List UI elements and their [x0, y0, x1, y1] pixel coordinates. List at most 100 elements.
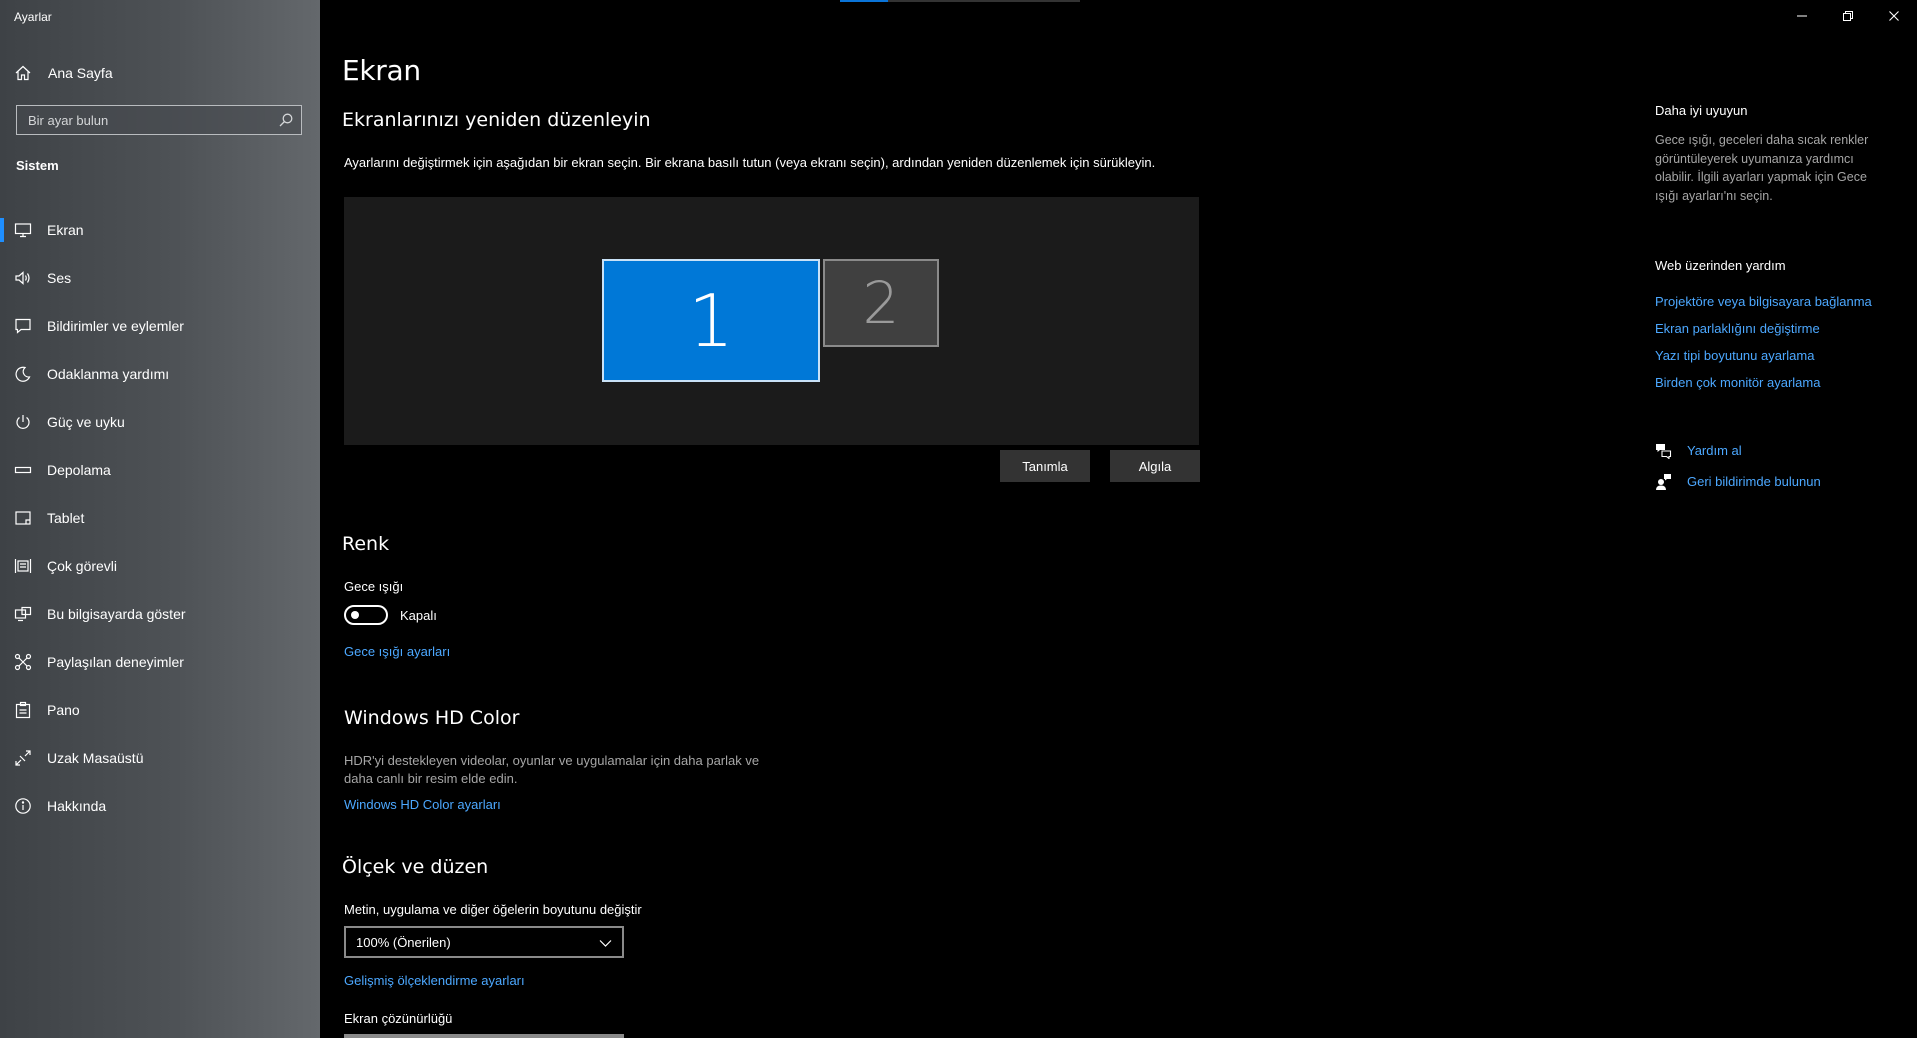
advanced-scaling-link[interactable]: Gelişmiş ölçeklendirme ayarları — [344, 973, 525, 988]
shared-icon — [14, 653, 32, 671]
moon-icon — [15, 366, 31, 382]
hdr-description-line-1: HDR'yi destekleyen videolar, oyunlar ve … — [344, 753, 760, 768]
minimize-icon — [1797, 15, 1807, 17]
help-link-font-size[interactable]: Yazı tipi boyutunu ayarlama — [1655, 348, 1814, 363]
restore-icon — [1843, 11, 1853, 21]
sidebar: Ayarlar Ana Sayfa Sistem Ekran Ses Bildi… — [0, 0, 320, 1038]
window-controls — [1779, 0, 1917, 32]
sleep-text: Gece ışığı, geceleri daha sıcak renkler … — [1655, 131, 1895, 205]
remote-desktop-icon — [15, 750, 31, 766]
notification-icon — [15, 318, 31, 334]
sleep-text-line: olabilir. İlgili ayarları yapmak için Ge… — [1655, 170, 1867, 184]
sidebar-item-display[interactable]: Ekran — [0, 206, 320, 254]
sidebar-item-about[interactable]: Hakkında — [0, 782, 320, 830]
restore-button[interactable] — [1825, 0, 1871, 32]
multitasking-icon — [14, 559, 32, 573]
minimize-button[interactable] — [1779, 0, 1825, 32]
sidebar-item-storage[interactable]: Depolama — [0, 446, 320, 494]
sidebar-item-project-to-pc[interactable]: Bu bilgisayarda göster — [0, 590, 320, 638]
tablet-icon — [15, 511, 31, 525]
help-link-brightness[interactable]: Ekran parlaklığını değiştirme — [1655, 321, 1820, 336]
power-icon — [16, 415, 30, 429]
page-title: Ekran — [342, 54, 421, 87]
help-link-projector[interactable]: Projektöre veya bilgisayara bağlanma — [1655, 294, 1872, 309]
get-help-label: Yardım al — [1687, 442, 1742, 458]
sidebar-section-title: Sistem — [16, 158, 59, 173]
sidebar-item-shared-experiences[interactable]: Paylaşılan deneyimler — [0, 638, 320, 686]
sidebar-item-label: Tablet — [47, 510, 85, 526]
search-icon[interactable] — [278, 112, 294, 128]
web-help-heading: Web üzerinden yardım — [1655, 258, 1786, 273]
get-help-link[interactable]: Yardım al — [1655, 440, 1742, 460]
sidebar-item-label: Bildirimler ve eylemler — [47, 318, 184, 334]
hdr-description-line-2: daha canlı bir resim elde edin. — [344, 771, 518, 786]
help-link-multi-monitor[interactable]: Birden çok monitör ayarlama — [1655, 375, 1820, 390]
sidebar-item-remote-desktop[interactable]: Uzak Masaüstü — [0, 734, 320, 782]
home-icon — [15, 65, 31, 81]
sleep-text-line: görüntüleyerek uyumanıza yardımcı — [1655, 151, 1854, 166]
clipboard-icon — [15, 701, 31, 719]
feedback-link[interactable]: Geri bildirimde bulunun — [1655, 471, 1821, 491]
sidebar-item-label: Ses — [47, 270, 72, 286]
identify-button[interactable]: Tanımla — [1000, 450, 1090, 482]
scale-heading: Ölçek ve düzen — [342, 856, 489, 878]
sidebar-item-label: Bu bilgisayarda göster — [47, 606, 186, 622]
app-title: Ayarlar — [14, 10, 52, 24]
search-input[interactable] — [17, 106, 267, 134]
top-progress-indicator — [840, 0, 1080, 2]
chat-help-icon — [1656, 443, 1672, 459]
resolution-dropdown[interactable] — [344, 1034, 624, 1038]
sidebar-item-multitasking[interactable]: Çok görevli — [0, 542, 320, 590]
sidebar-item-sound[interactable]: Ses — [0, 254, 320, 302]
close-icon — [1889, 11, 1899, 21]
feedback-label: Geri bildirimde bulunun — [1687, 473, 1821, 489]
sidebar-item-label: Uzak Masaüstü — [47, 750, 144, 766]
sidebar-item-label: Ekran — [47, 222, 84, 238]
hdr-heading: Windows HD Color — [344, 707, 520, 729]
scale-dropdown[interactable]: 100% (Önerilen) — [344, 926, 624, 958]
sidebar-nav: Ekran Ses Bildirimler ve eylemler Odakla… — [0, 206, 320, 830]
sleep-text-line: ışığı ayarları'nı seçin. — [1655, 188, 1773, 203]
project-icon — [14, 606, 32, 622]
sidebar-item-label: Odaklanma yardımı — [47, 366, 170, 382]
monitor-1[interactable]: 1 — [602, 259, 820, 382]
night-light-label: Gece ışığı — [344, 579, 404, 594]
sleep-text-line: Gece ışığı, geceleri daha sıcak renkler — [1655, 133, 1869, 147]
sleep-heading: Daha iyi uyuyun — [1655, 103, 1748, 118]
monitor-icon — [14, 223, 32, 238]
storage-icon — [14, 466, 32, 474]
sidebar-item-label: Paylaşılan deneyimler — [47, 654, 184, 670]
sidebar-home[interactable]: Ana Sayfa — [14, 60, 113, 86]
sidebar-item-label: Hakkında — [47, 798, 107, 814]
sidebar-item-power-sleep[interactable]: Güç ve uyku — [0, 398, 320, 446]
night-light-toggle[interactable] — [344, 605, 388, 625]
scale-dropdown-value: 100% (Önerilen) — [356, 935, 451, 950]
color-heading: Renk — [342, 533, 390, 555]
close-button[interactable] — [1871, 0, 1917, 32]
resolution-label: Ekran çözünürlüğü — [344, 1011, 453, 1026]
sidebar-item-label: Çok görevli — [47, 558, 118, 574]
sidebar-item-clipboard[interactable]: Pano — [0, 686, 320, 734]
sidebar-item-tablet[interactable]: Tablet — [0, 494, 320, 542]
sidebar-item-focus-assist[interactable]: Odaklanma yardımı — [0, 350, 320, 398]
sidebar-item-label: Depolama — [47, 462, 111, 478]
sidebar-home-label: Ana Sayfa — [48, 65, 113, 81]
night-light-settings-link[interactable]: Gece ışığı ayarları — [344, 644, 450, 659]
night-light-state: Kapalı — [400, 608, 437, 623]
feedback-icon — [1656, 473, 1671, 490]
speaker-icon — [15, 271, 30, 285]
hdr-settings-link[interactable]: Windows HD Color ayarları — [344, 797, 501, 812]
detect-button[interactable]: Algıla — [1110, 450, 1200, 482]
display-arrangement-area[interactable]: 1 2 — [344, 197, 1199, 445]
arrange-heading: Ekranlarınızı yeniden düzenleyin — [342, 109, 651, 131]
monitor-2[interactable]: 2 — [823, 259, 939, 347]
sidebar-item-label: Güç ve uyku — [47, 414, 125, 430]
sidebar-item-notifications[interactable]: Bildirimler ve eylemler — [0, 302, 320, 350]
scale-size-label: Metin, uygulama ve diğer öğelerin boyutu… — [344, 902, 642, 917]
chevron-down-icon — [599, 940, 612, 947]
sidebar-item-label: Pano — [47, 702, 80, 718]
search-box[interactable] — [16, 105, 302, 135]
toggle-knob — [351, 611, 359, 619]
arrange-description: Ayarlarını değiştirmek için aşağıdan bir… — [344, 155, 1156, 170]
info-icon — [15, 798, 31, 814]
